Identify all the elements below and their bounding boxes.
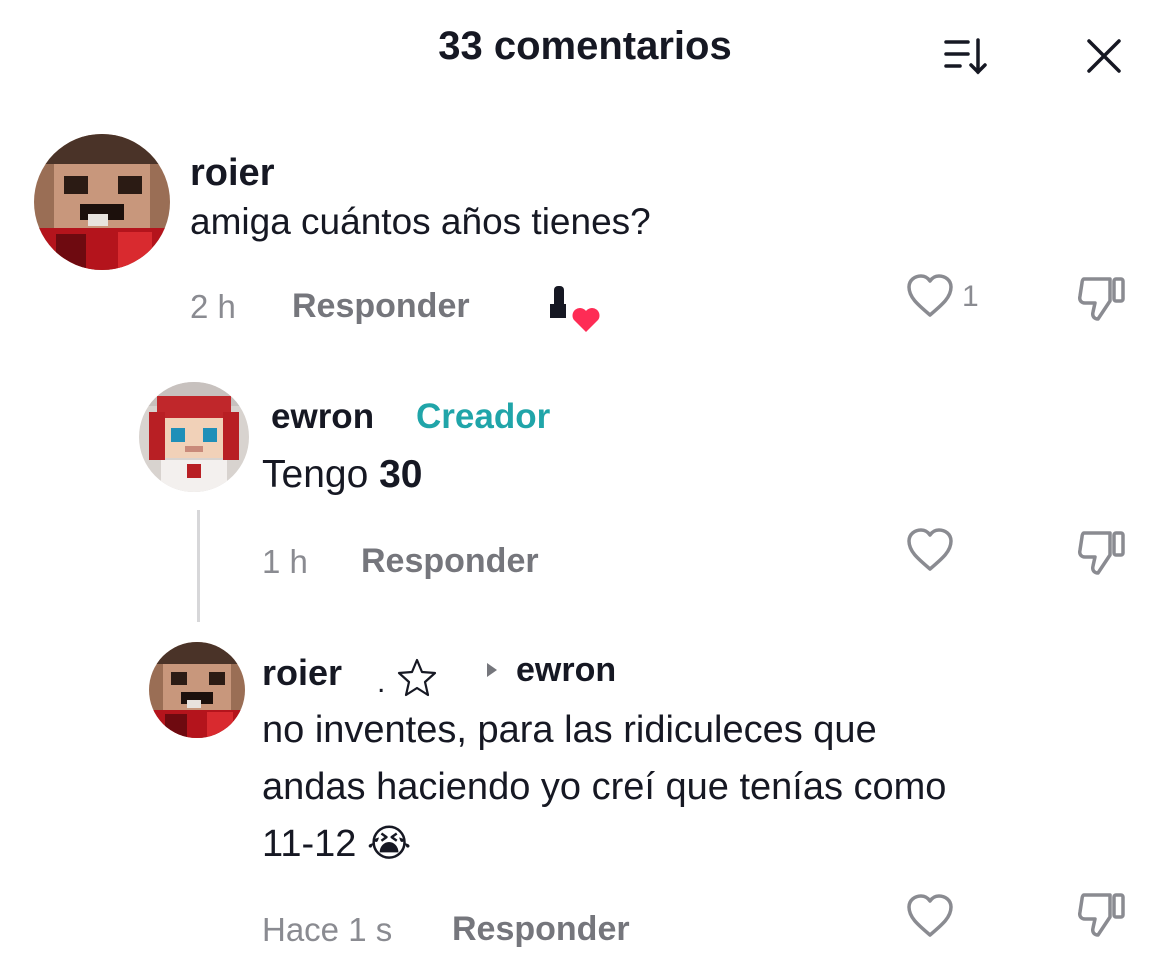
- comment-time: Hace 1 s: [262, 911, 393, 948]
- comment-text-emphasis: 30: [379, 453, 423, 496]
- reply-button[interactable]: Responder: [452, 910, 630, 949]
- reply-button[interactable]: Responder: [292, 287, 470, 326]
- comment-username[interactable]: ewron: [271, 397, 374, 437]
- comment-time: 1 h: [262, 543, 308, 580]
- comment-text: amiga cuántos años tienes?: [190, 201, 651, 242]
- like-button[interactable]: [900, 886, 960, 946]
- star-icon[interactable]: [396, 656, 438, 698]
- comment-time: 2 h: [190, 288, 236, 325]
- dislike-button[interactable]: [1072, 522, 1132, 582]
- reply-button[interactable]: Responder: [361, 542, 539, 581]
- comment-username[interactable]: roier: [190, 152, 274, 195]
- comment-text-line: 11-12 😭: [262, 823, 412, 865]
- avatar-roier[interactable]: [34, 134, 170, 270]
- comment-username[interactable]: roier: [262, 652, 342, 694]
- like-button[interactable]: [900, 266, 960, 326]
- heart-icon: [907, 894, 953, 937]
- thread-line: [197, 510, 200, 622]
- comment-text: Tengo 30: [262, 446, 423, 504]
- dislike-icon: [1078, 531, 1125, 575]
- like-button[interactable]: [900, 520, 960, 580]
- reply-arrow-icon: [484, 660, 500, 680]
- dislike-icon: [1078, 277, 1125, 321]
- comment-punct: .: [377, 666, 386, 699]
- avatar-roier[interactable]: [149, 642, 245, 738]
- comment-text-prefix: Tengo: [262, 453, 380, 496]
- heart-icon: [907, 528, 953, 571]
- heart-icon: [907, 274, 953, 317]
- comment-text-line: andas haciendo yo creí que tenías como: [262, 766, 947, 808]
- comment-text-line: no inventes, para las ridiculeces que: [262, 709, 877, 751]
- reply-to-username[interactable]: ewron: [516, 651, 616, 690]
- sort-icon[interactable]: [940, 30, 992, 82]
- creator-badge: Creador: [416, 397, 551, 436]
- dislike-button[interactable]: [1072, 268, 1132, 328]
- comments-count-title: 33 comentarios: [438, 24, 732, 68]
- dislike-button[interactable]: [1072, 884, 1132, 944]
- dislike-icon: [1078, 893, 1125, 937]
- like-count: 1: [962, 280, 979, 313]
- creator-liked-badge-icon: [548, 282, 604, 334]
- avatar-ewron[interactable]: [139, 382, 249, 492]
- close-icon[interactable]: [1078, 30, 1130, 82]
